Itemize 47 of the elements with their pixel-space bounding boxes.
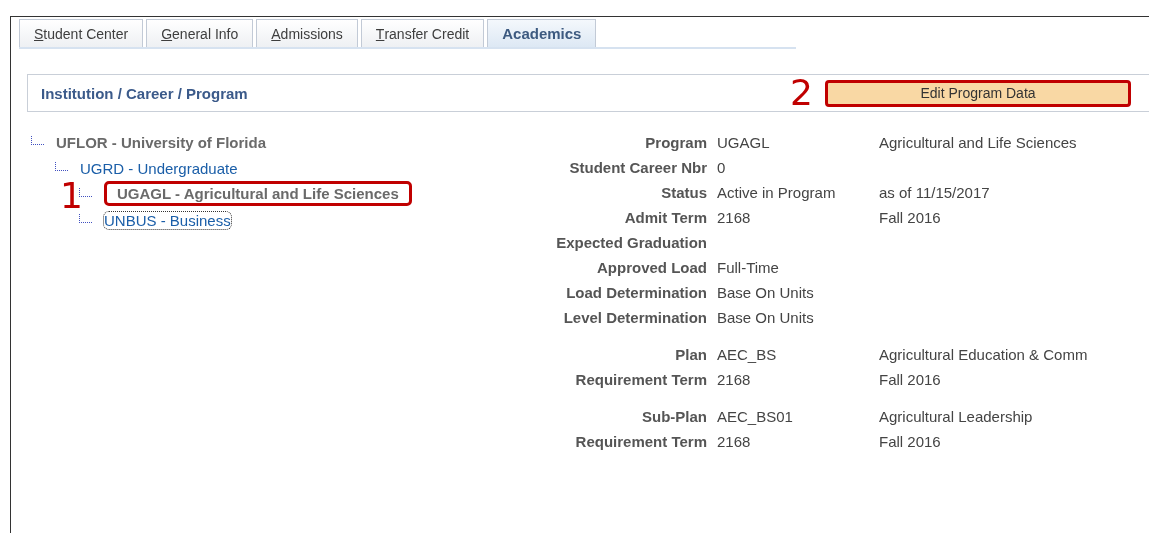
edit-program-data-button[interactable]: Edit Program Data bbox=[825, 79, 1131, 107]
tree-connector bbox=[31, 136, 44, 145]
field-description: Agricultural Leadership bbox=[879, 408, 1034, 425]
field-label: Load Determination bbox=[565, 284, 707, 301]
field-label: Approved Load bbox=[596, 259, 707, 276]
tree-node-label: UFLOR - University of Florida bbox=[56, 134, 266, 151]
tab[interactable]: Admissions bbox=[256, 19, 358, 47]
field-value: Full-Time bbox=[717, 259, 780, 276]
field-value: 0 bbox=[717, 159, 727, 176]
section-title: Institution / Career / Program bbox=[41, 84, 248, 102]
tab[interactable]: General Info bbox=[146, 19, 254, 47]
tab[interactable]: Academics bbox=[487, 19, 597, 47]
field-value: 2168 bbox=[717, 371, 752, 388]
field-label: Admit Term bbox=[623, 209, 707, 226]
field-label: Sub-Plan bbox=[641, 408, 707, 425]
field-value: AEC_BS bbox=[717, 346, 778, 363]
tab[interactable]: Transfer Credit bbox=[360, 19, 485, 47]
tree-node-label: UGAGL - Agricultural and Life Sciences bbox=[104, 181, 412, 206]
tab[interactable]: Student Center bbox=[19, 19, 144, 47]
field-description: Agricultural and Life Sciences bbox=[879, 134, 1078, 151]
field-value: Base On Units bbox=[717, 284, 815, 301]
field-label: Status bbox=[660, 184, 707, 201]
tree-connector bbox=[79, 188, 92, 197]
field-label: Expected Graduation bbox=[555, 234, 707, 251]
field-label: Requirement Term bbox=[574, 371, 707, 388]
field-value: Active in Program bbox=[717, 184, 837, 201]
field-description: as of 11/15/2017 bbox=[879, 184, 991, 201]
field-label: Requirement Term bbox=[574, 433, 707, 450]
field-label: Program bbox=[644, 134, 707, 151]
field-value: 2168 bbox=[717, 209, 752, 226]
field-value: AEC_BS01 bbox=[717, 408, 794, 425]
annotation-number: 1 bbox=[60, 178, 83, 214]
tree-link[interactable]: UNBUS - Business bbox=[104, 212, 231, 229]
field-label: Student Career Nbr bbox=[568, 159, 707, 176]
tree-link[interactable]: UGRD - Undergraduate bbox=[80, 160, 238, 177]
field-value: Base On Units bbox=[717, 309, 815, 326]
field-description: Fall 2016 bbox=[879, 433, 942, 450]
field-value: 2168 bbox=[717, 433, 752, 450]
field-description: Fall 2016 bbox=[879, 371, 942, 388]
field-value: UGAGL bbox=[717, 134, 771, 151]
field-label: Plan bbox=[674, 346, 707, 363]
tree-connector bbox=[79, 214, 92, 223]
field-description: Agricultural Education & Comm bbox=[879, 346, 1089, 363]
tree-connector bbox=[55, 162, 68, 171]
field-label: Level Determination bbox=[562, 309, 707, 326]
annotation-number: 2 bbox=[790, 75, 813, 111]
field-description: Fall 2016 bbox=[879, 209, 942, 226]
